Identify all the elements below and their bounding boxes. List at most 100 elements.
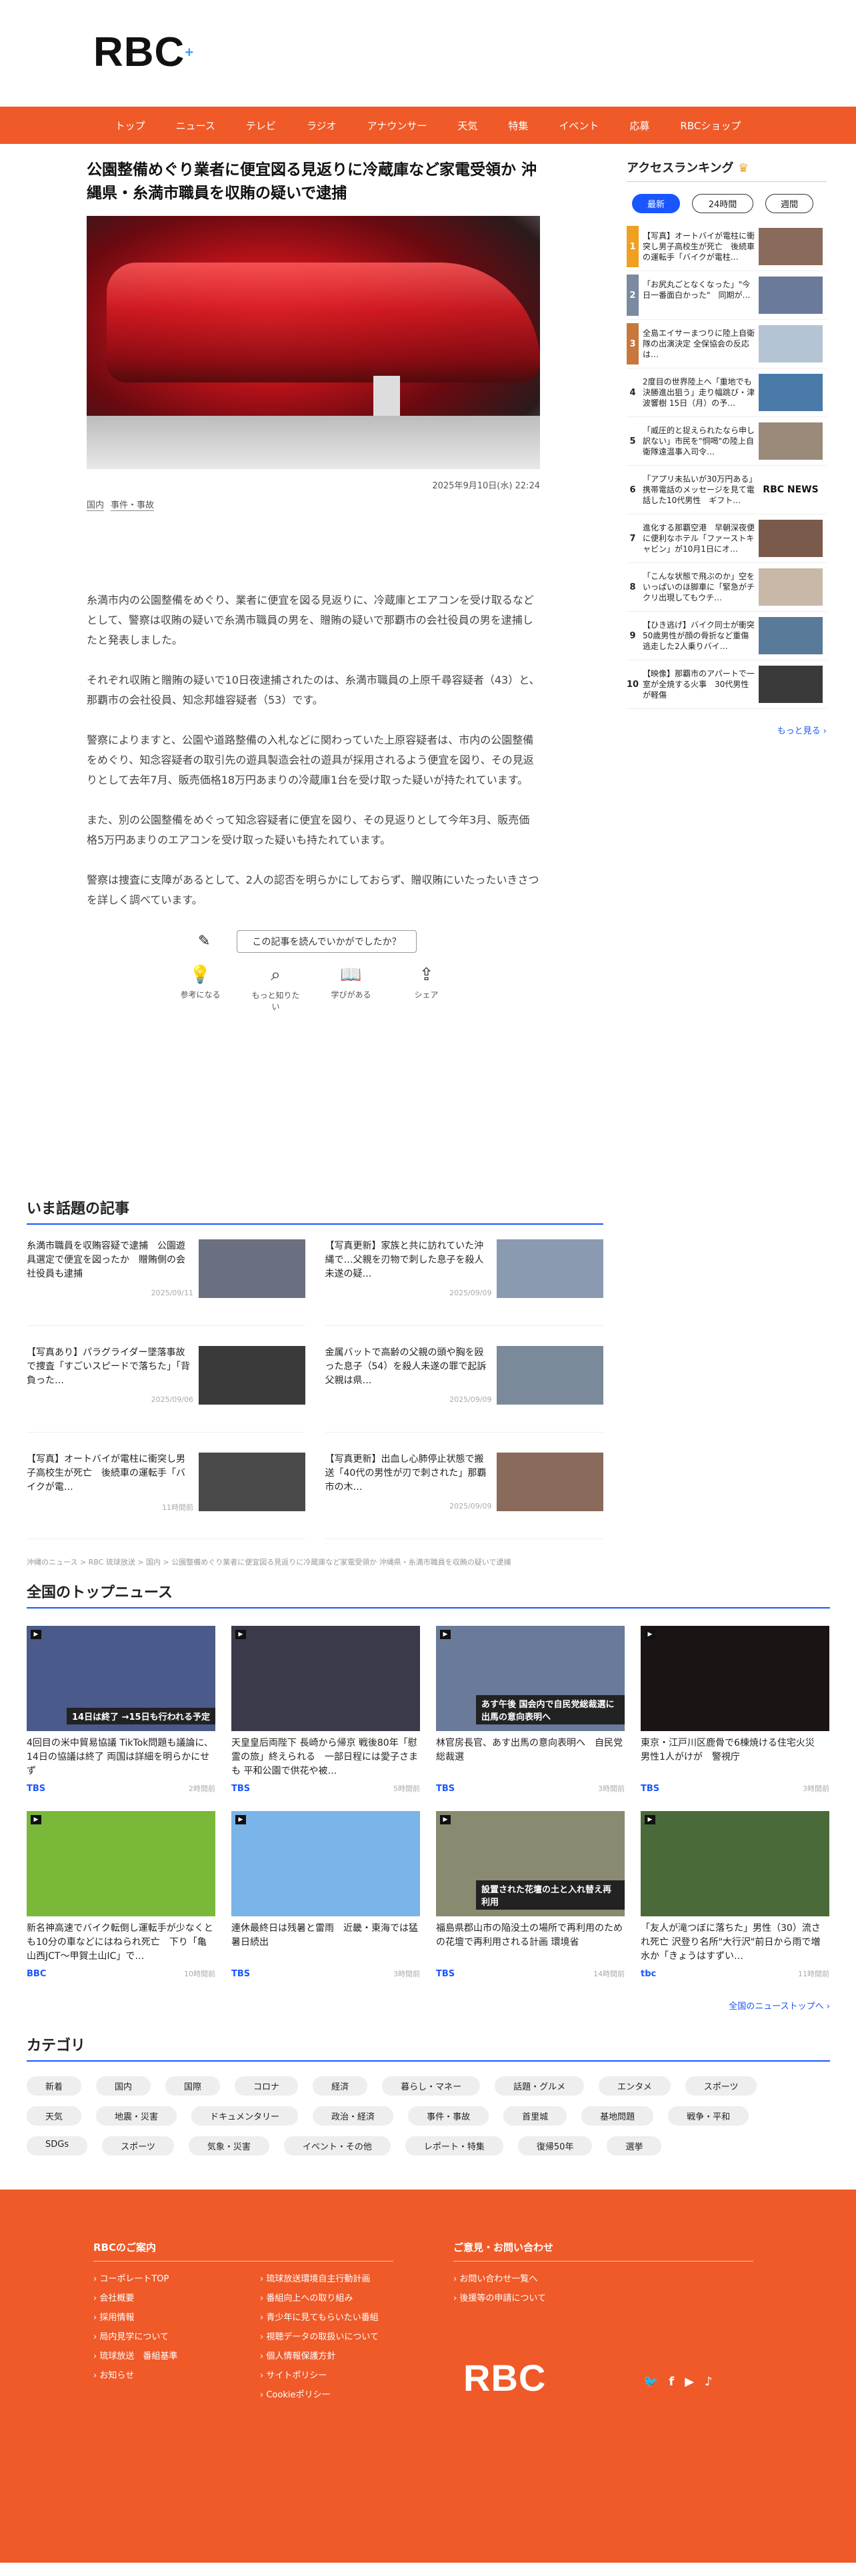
tab-latest[interactable]: 最新 (632, 194, 680, 213)
ranking-more-link[interactable]: もっと見る › (627, 724, 827, 736)
nav-item[interactable]: テレビ (231, 119, 291, 133)
nav-item[interactable]: 特集 (493, 119, 543, 133)
nav-item[interactable]: ラジオ (291, 119, 352, 133)
react-learn-button[interactable]: 📖 学びがある (326, 965, 376, 1012)
hot-article[interactable]: 【写真】オートバイが電柱に衝突し男子高校生が死亡 後続車の運転手「バイクが電… 1… (27, 1453, 305, 1539)
youtube-icon[interactable]: ▶ (685, 2375, 694, 2389)
category-chip[interactable]: 話題・グルメ (495, 2076, 585, 2096)
ranking-item[interactable]: 4 2度目の世界陸上へ「重地でも決勝進出狙う」走り幅跳び・津波響樹 15日（月）の… (627, 368, 827, 417)
category-chip[interactable]: 基地問題 (581, 2106, 654, 2126)
category-chip[interactable]: イベント・その他 (283, 2136, 391, 2156)
site-logo[interactable]: RBC+ (93, 29, 194, 76)
category-chip[interactable]: ドキュメンタリー (191, 2106, 299, 2126)
nav-item[interactable]: イベント (543, 119, 614, 133)
category-chip[interactable]: SDGs (27, 2136, 88, 2156)
ranking-item[interactable]: 7 進化する那覇空港 早朝深夜便に便利なホテル「ファーストキャビン」が10月1日に… (627, 514, 827, 563)
footer-link[interactable]: コーポレートTOP (93, 2269, 260, 2289)
ranking-item[interactable]: 9 【ひき逃げ】バイク同士が衝突 50歳男性が顔の骨折など重傷 逃走した2人乗りバ… (627, 612, 827, 660)
article-hero-image (87, 216, 540, 469)
news-card[interactable]: ▶ あす午後 国会内で自民党総裁選に出馬の意向表明へ 林官房長官、あす出馬の意向表明… (436, 1626, 625, 1794)
footer-link[interactable]: 採用情報 (93, 2308, 260, 2327)
reaction-buttons: 💡 参考になる ⌕ もっと知りたい 📖 学びがある ⇪ シェア (87, 965, 540, 1012)
nav-item[interactable]: 応募 (614, 119, 665, 133)
news-card[interactable]: ▶ 14日は終了 →15日も行われる予定 4回目の米中貿易協議 TikTok問題も議… (27, 1626, 215, 1794)
tab-weekly[interactable]: 週間 (765, 194, 813, 213)
ranking-item[interactable]: 10 【映像】那覇市のアパートで一室が全焼する火事 30代男性が軽傷 (627, 660, 827, 709)
nav-item[interactable]: トップ (100, 119, 161, 133)
category-chip[interactable]: スポーツ (102, 2136, 174, 2156)
nav-item[interactable]: アナウンサー (352, 119, 443, 133)
footer-link[interactable]: サイトポリシー (260, 2366, 393, 2385)
category-chip[interactable]: 新着 (27, 2076, 82, 2096)
footer-link[interactable]: 会社概要 (93, 2289, 260, 2308)
hot-article[interactable]: 【写真更新】家族と共に訪れていた沖縄で…父親を刃物で刺した息子を殺人未遂の疑… 2… (325, 1239, 603, 1326)
react-more-button[interactable]: ⌕ もっと知りたい (251, 965, 301, 1012)
ranking-item[interactable]: 1 【写真】オートバイが電柱に衝突し男子高校生が死亡 後続車の運転手「バイクが電柱… (627, 223, 827, 271)
category-chip[interactable]: 戦争・平和 (668, 2106, 749, 2126)
news-source: TBS (27, 1783, 46, 1794)
ranking-item[interactable]: 6 「アプリ未払いが30万円ある」携帯電話のメッセージを見て電話した10代男性 ギ… (627, 466, 827, 514)
news-card[interactable]: ▶ 連休最終日は残暑と雷雨 近畿・東海では猛暑日続出 TBS 3時間前 (231, 1811, 420, 1979)
category-chip[interactable]: コロナ (235, 2076, 299, 2096)
twitter-icon[interactable]: 🐦 (643, 2375, 658, 2389)
footer-link[interactable]: 番組向上への取り組み (260, 2289, 393, 2308)
hot-article[interactable]: 【写真あり】パラグライダー墜落事故で捜査「すごいスピードで落ちた」「背負った… 2… (27, 1346, 305, 1433)
hot-article[interactable]: 【写真更新】出血し心肺停止状態で搬送「40代の男性が刃で刺された」那覇市の木… 2… (325, 1453, 603, 1539)
site-footer: RBCのご案内 コーポレートTOP会社概要採用情報局内見学について琉球放送 番組… (0, 2190, 856, 2563)
breadcrumb: 沖縄のニュース > RBC 琉球放送 > 国内 > 公園整備めぐり業者に便宜図る… (27, 1558, 511, 1567)
tag-link[interactable]: 事件・事故 (111, 500, 155, 511)
category-chip[interactable]: 事件・事故 (408, 2106, 489, 2126)
footer-link[interactable]: お問い合わせ一覧へ (453, 2269, 753, 2289)
hot-article[interactable]: 金属バットで高齢の父親の頭や胸を殴った息子（54）を殺人未遂の罪で起訴 父親は県… (325, 1346, 603, 1433)
news-card[interactable]: ▶ 東京・江戸川区鹿骨で6棟焼ける住宅火災 男性1人がけが 警視庁 TBS 3時間前 (641, 1626, 829, 1794)
ranking-item[interactable]: 2 「お尻丸ごとなくなった」"今日一番面白かった" 同期が… (627, 271, 827, 320)
footer-link[interactable]: 局内見学について (93, 2327, 260, 2347)
category-chip[interactable]: 経済 (313, 2076, 368, 2096)
category-chip[interactable]: 気象・災害 (188, 2136, 269, 2156)
category-chip[interactable]: 選挙 (607, 2136, 662, 2156)
category-chip[interactable]: スポーツ (685, 2076, 757, 2096)
news-card[interactable]: ▶ 「友人が滝つぼに落ちた」男性（30）流され死亡 沢登り名所"大行沢"前日から雨… (641, 1811, 829, 1979)
footer-link[interactable]: Cookieポリシー (260, 2385, 393, 2405)
tiktok-icon[interactable]: ♪ (705, 2375, 713, 2389)
category-chip[interactable]: 国際 (165, 2076, 221, 2096)
ranking-item[interactable]: 5 「威圧的と捉えられたなら申し訳ない」市民を"恫喝"の陸上自衛隊遠温事入司令… (627, 417, 827, 466)
footer-link[interactable]: 視聴データの取扱いについて (260, 2327, 393, 2347)
news-card[interactable]: ▶ 設置された花壇の土と入れ替え再利用 福島県郡山市の陥没土の場所で再利用のための花… (436, 1811, 625, 1979)
nav-item[interactable]: 天気 (442, 119, 493, 133)
ranking-item[interactable]: 3 全島エイサーまつりに陸上自衛隊の出演決定 全保協会の反応は… (627, 320, 827, 368)
footer-link[interactable]: 琉球放送環境自主行動計画 (260, 2269, 393, 2289)
category-chip[interactable]: 首里城 (503, 2106, 567, 2126)
top-news-more-link[interactable]: 全国のニューストップへ › (27, 1999, 830, 2012)
category-chip[interactable]: 国内 (96, 2076, 151, 2096)
footer-link[interactable]: 青少年に見てもらいたい番組 (260, 2308, 393, 2327)
category-chip[interactable]: 暮らし・マネー (382, 2076, 481, 2096)
hot-article[interactable]: 糸満市職員を収賄容疑で逮捕 公園遊具選定で便宜を図ったか 贈賄側の会社役員も逮捕… (27, 1239, 305, 1326)
category-chip[interactable]: 地震・災害 (96, 2106, 177, 2126)
hot-thumbnail (198, 1239, 305, 1298)
footer-link[interactable]: 琉球放送 番組基準 (93, 2347, 260, 2366)
footer-link[interactable]: お知らせ (93, 2366, 260, 2385)
play-icon: ▶ (645, 1815, 655, 1824)
nav-item[interactable]: RBCショップ (665, 119, 756, 133)
share-button[interactable]: ⇪ シェア (401, 965, 451, 1012)
rank-number: 5 (629, 436, 636, 446)
ranking-item[interactable]: 8 「こんな状態で飛ぶのか」空をいっぱいのほ脚車に「緊急がチクリ出現してもウチ… (627, 563, 827, 612)
category-chip[interactable]: エンタメ (599, 2076, 671, 2096)
tag-link[interactable]: 国内 (87, 500, 105, 511)
footer-link[interactable]: 後援等の申請について (453, 2289, 753, 2308)
category-chip[interactable]: 復帰50年 (517, 2136, 593, 2156)
nav-item[interactable]: ニュース (161, 119, 231, 133)
category-chip[interactable]: 政治・経済 (313, 2106, 394, 2126)
facebook-icon[interactable]: f (669, 2375, 674, 2389)
category-chip[interactable]: 天気 (27, 2106, 82, 2126)
news-card[interactable]: ▶ 天皇皇后両陛下 長崎から帰京 戦後80年「慰霊の旅」終えられる 一部日程には愛… (231, 1626, 420, 1794)
footer-logo[interactable]: RBC (463, 2356, 546, 2399)
footer-link[interactable]: 個人情報保護方針 (260, 2347, 393, 2366)
news-card[interactable]: ▶ 新名神高速でバイク転倒し運転手が少なくとも10分の車などにはねられ死亡 下り「… (27, 1811, 215, 1979)
tab-24h[interactable]: 24時間 (692, 194, 753, 213)
rank-text: 進化する那覇空港 早朝深夜便に便利なホテル「ファーストキャビン」が10月1日にオ… (643, 523, 755, 554)
social-links: 🐦 f ▶ ♪ (643, 2375, 713, 2389)
react-useful-button[interactable]: 💡 参考になる (175, 965, 225, 1012)
category-chip[interactable]: レポート・特集 (405, 2136, 503, 2156)
